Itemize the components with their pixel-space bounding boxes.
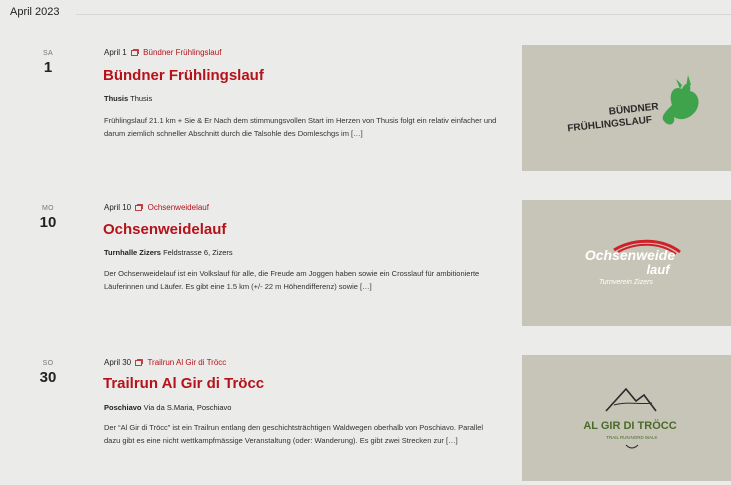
calendar-icon <box>135 204 144 211</box>
event-day-number: 10 <box>39 214 57 231</box>
logo-text-line2: lauf <box>646 262 671 277</box>
venue-name: Thusis <box>104 94 129 103</box>
event-weekday: MO <box>42 205 54 212</box>
event-date-label: April 1 <box>104 48 127 57</box>
event-description: Frühlingslauf 21.1 km + Sie & Er Nach de… <box>104 116 497 138</box>
event-category-link[interactable]: Bündner Frühlingslauf <box>143 48 221 57</box>
event-description: Der “Al Gir di Tröcc” ist ein Trailrun e… <box>104 423 484 445</box>
event-venue: Turnhalle Zizers Feldstrasse 6, Zizers <box>104 248 233 257</box>
event-weekday: SA <box>43 50 53 57</box>
buendner-fruehlingslauf-logo: BÜNDNER FRÜHLINGSLAUF <box>567 75 699 134</box>
event-venue: Thusis Thusis <box>104 94 152 103</box>
event-meta: April 1 Bündner Frühlingslauf <box>104 48 221 57</box>
calendar-icon <box>131 49 139 56</box>
event-date-label: April 30 <box>104 358 132 367</box>
ochsenweidelauf-logo: Ochsenweide lauf Turnverein Zizers <box>585 239 681 286</box>
month-label: April 2023 <box>10 6 60 18</box>
event-image-link[interactable]: AL GIR DI TRÖCC TRAIL RUN NORD WALK <box>522 355 731 481</box>
logo-text-line1: Ochsenweide <box>585 247 675 263</box>
logo-text-line2: TRAIL RUN <box>606 435 630 440</box>
event-venue: Poschiavo Via da S.Maria, Poschiavo <box>104 403 231 412</box>
event-title-link[interactable]: Ochsenweidelauf <box>103 221 226 238</box>
event-date: SO 30 <box>30 360 66 386</box>
venue-name: Poschiavo <box>104 403 142 412</box>
calendar-icon <box>135 359 144 366</box>
al-gir-di-troecc-logo: AL GIR DI TRÖCC TRAIL RUN NORD WALK <box>583 387 677 449</box>
event-meta: April 10 Ochsenweidelauf <box>104 203 209 212</box>
month-separator: April 2023 <box>0 0 731 30</box>
event-title-link[interactable]: Bündner Frühlingslauf <box>103 67 264 84</box>
venue-address: Via da S.Maria, Poschiavo <box>143 403 232 412</box>
event-category-link[interactable]: Ochsenweidelauf <box>148 203 209 212</box>
event-weekday: SO <box>42 360 54 367</box>
logo-text-line1: AL GIR DI TRÖCC <box>583 419 676 432</box>
venue-name: Turnhalle Zizers <box>104 248 161 257</box>
event-date-label: April 10 <box>104 203 132 212</box>
event-title-link[interactable]: Trailrun Al Gir di Tröcc <box>103 375 264 392</box>
logo-text-line3: Turnverein Zizers <box>599 279 653 286</box>
event-date: SA 1 <box>30 50 66 76</box>
event-image-link[interactable]: BÜNDNER FRÜHLINGSLAUF <box>522 45 731 171</box>
venue-address: Feldstrasse 6, Zizers <box>163 248 233 257</box>
event-meta: April 30 Trailrun Al Gir di Tröcc <box>104 358 226 367</box>
month-divider <box>76 14 731 15</box>
logo-text-line1: BÜNDNER <box>608 99 660 117</box>
venue-address: Thusis <box>130 94 153 103</box>
event-description: Der Ochsenweidelauf ist ein Volkslauf fü… <box>104 269 480 291</box>
event-day-number: 30 <box>39 369 57 386</box>
logo-text-line3: NORD WALK <box>630 435 657 440</box>
event-date: MO 10 <box>30 205 66 231</box>
event-image-link[interactable]: Ochsenweide lauf Turnverein Zizers <box>522 200 731 326</box>
event-category-link[interactable]: Trailrun Al Gir di Tröcc <box>147 358 226 367</box>
event-day-number: 1 <box>43 59 53 76</box>
